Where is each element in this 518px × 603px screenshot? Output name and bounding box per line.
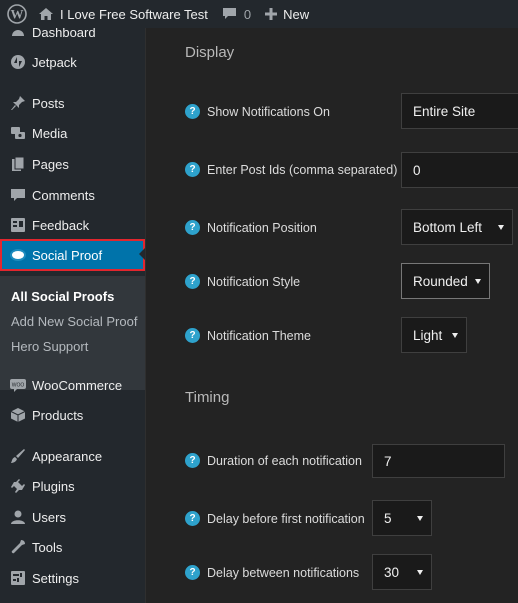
wordpress-logo-icon[interactable]: W <box>2 0 32 28</box>
duration-label: Duration of each notification <box>207 453 362 468</box>
sidebar-item-label: Tools <box>32 539 63 555</box>
plugin-icon <box>0 478 36 494</box>
home-icon <box>39 8 53 20</box>
brush-icon <box>0 448 36 464</box>
plus-icon <box>265 8 278 20</box>
sidebar-item-plugins[interactable]: Plugins <box>0 471 145 501</box>
help-icon[interactable]: ? <box>185 328 200 343</box>
users-icon <box>0 509 36 525</box>
new-content-link[interactable]: New <box>265 0 309 28</box>
sidebar-item-woocommerce[interactable]: WOO WooCommerce <box>0 370 145 400</box>
sidebar-item-label: Jetpack <box>32 54 77 70</box>
admin-bar: W I Love Free Software Test 0 New <box>0 0 518 28</box>
delay-between-row: ? Delay between notifications <box>185 565 359 580</box>
site-name-link[interactable]: I Love Free Software Test <box>38 0 208 28</box>
duration-row: ? Duration of each notification <box>185 453 362 468</box>
post-ids-input[interactable]: 0 <box>401 152 518 188</box>
help-icon[interactable]: ? <box>185 511 200 526</box>
delay-first-select[interactable]: 5 <box>372 500 432 536</box>
help-icon[interactable]: ? <box>185 274 200 289</box>
site-name: I Love Free Software Test <box>60 6 208 22</box>
speech-bubble-icon <box>0 247 36 263</box>
help-icon[interactable]: ? <box>185 453 200 468</box>
help-icon[interactable]: ? <box>185 220 200 235</box>
pages-icon <box>0 156 36 172</box>
duration-input[interactable]: 7 <box>372 444 505 478</box>
sidebar-item-appearance[interactable]: Appearance <box>0 441 145 471</box>
sidebar-item-posts[interactable]: Posts <box>0 88 145 118</box>
svg-text:WOO: WOO <box>12 383 25 389</box>
notification-position-label: Notification Position <box>207 220 317 235</box>
sidebar-item-label: Plugins <box>32 478 75 494</box>
help-icon[interactable]: ? <box>185 162 200 177</box>
sidebar-item-label: Comments <box>32 187 95 203</box>
show-notifications-on-row: ? Show Notifications On <box>185 104 330 119</box>
notification-position-row: ? Notification Position <box>185 220 317 235</box>
svg-text:W: W <box>11 7 24 22</box>
notification-theme-select[interactable]: Light <box>401 317 467 353</box>
sidebar-item-label: Products <box>32 407 84 423</box>
sidebar-item-pages[interactable]: Pages <box>0 149 145 179</box>
pin-icon <box>0 95 36 111</box>
sidebar-item-users[interactable]: Users <box>0 502 145 532</box>
sidebar-item-label: Social Proof <box>32 247 103 263</box>
sidebar-item-feedback[interactable]: Feedback <box>0 210 145 240</box>
sidebar-item-settings[interactable]: Settings <box>0 563 145 593</box>
show-notifications-on-label: Show Notifications On <box>207 104 330 119</box>
sidebar-item-comments[interactable]: Comments <box>0 180 145 210</box>
sidebar-item-social-proof[interactable]: Social Proof <box>0 239 145 271</box>
sidebar-item-label: Posts <box>32 95 65 111</box>
delay-first-row: ? Delay before first notification <box>185 511 365 526</box>
submenu-item-add-new-social-proof[interactable]: Add New Social Proof <box>0 309 145 334</box>
notification-position-select[interactable]: Bottom Left <box>401 209 513 245</box>
media-icon <box>0 125 36 141</box>
notification-style-select[interactable]: Rounded <box>401 263 490 299</box>
sidebar-item-label: Users <box>32 509 66 525</box>
delay-between-select[interactable]: 30 <box>372 554 432 590</box>
sidebar-item-tools[interactable]: Tools <box>0 532 145 562</box>
post-ids-row: ? Enter Post Ids (comma separated) <box>185 162 397 177</box>
sidebar-item-label: Media <box>32 125 68 141</box>
delay-between-label: Delay between notifications <box>207 565 360 580</box>
submenu-item-all-social-proofs[interactable]: All Social Proofs <box>0 284 145 309</box>
feedback-icon <box>0 217 36 233</box>
notification-theme-label: Notification Theme <box>207 328 311 343</box>
wrench-icon <box>0 539 36 555</box>
notification-style-row: ? Notification Style <box>185 274 300 289</box>
new-label: New <box>283 6 310 22</box>
display-section-title: Display <box>185 44 235 61</box>
notification-style-label: Notification Style <box>207 274 301 289</box>
sidebar-item-label: Feedback <box>32 217 90 233</box>
sidebar-item-label: Pages <box>32 156 69 172</box>
woocommerce-icon: WOO <box>0 378 36 392</box>
submenu-item-hero-support[interactable]: Hero Support <box>0 334 145 359</box>
help-icon[interactable]: ? <box>185 565 200 580</box>
help-icon[interactable]: ? <box>185 104 200 119</box>
settings-panel: Display ? Show Notifications On Entire S… <box>145 28 518 603</box>
products-icon <box>0 407 36 423</box>
comment-icon <box>222 8 236 19</box>
sidebar-item-jetpack[interactable]: Jetpack <box>0 47 145 77</box>
sidebar-item-label: WooCommerce <box>32 377 123 393</box>
sidebar-item-label: Appearance <box>32 448 103 464</box>
comments-link[interactable]: 0 <box>222 0 251 28</box>
sidebar-item-label: Settings <box>32 570 79 586</box>
delay-first-label: Delay before first notification <box>207 511 365 526</box>
comments-count: 0 <box>243 6 252 22</box>
comment-icon <box>0 187 36 203</box>
admin-sidebar: Dashboard Jetpack Posts Media Pages Comm… <box>0 25 145 603</box>
sidebar-item-products[interactable]: Products <box>0 400 145 430</box>
timing-section-title: Timing <box>185 389 230 406</box>
notification-theme-row: ? Notification Theme <box>185 328 311 343</box>
jetpack-icon <box>0 54 36 70</box>
show-notifications-on-select[interactable]: Entire Site <box>401 93 518 129</box>
post-ids-label: Enter Post Ids (comma separated) <box>207 162 398 177</box>
sidebar-item-media[interactable]: Media <box>0 118 145 148</box>
settings-icon <box>0 570 36 586</box>
